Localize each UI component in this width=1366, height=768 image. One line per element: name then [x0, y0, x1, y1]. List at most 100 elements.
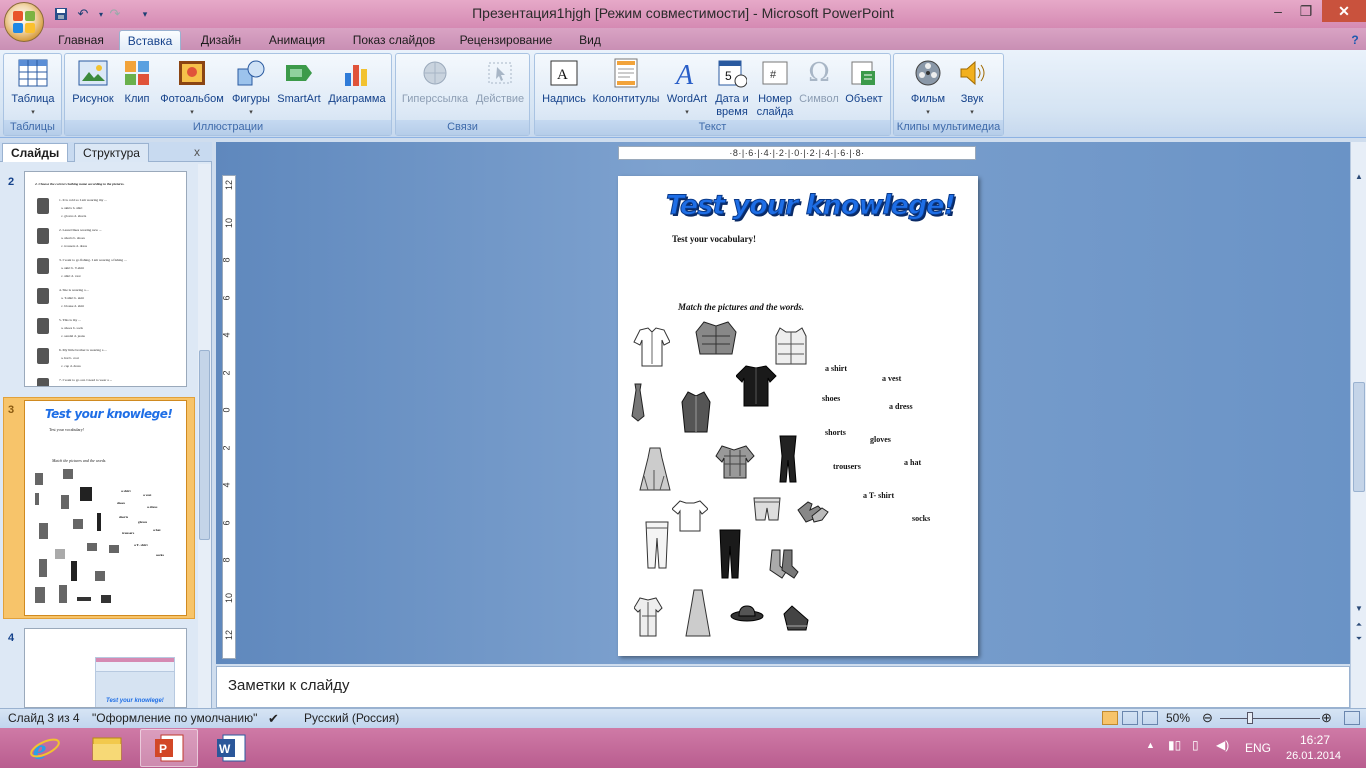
zoom-out-icon[interactable]: ⊖: [1202, 710, 1213, 726]
theme-name[interactable]: "Оформление по умолчанию": [92, 711, 257, 725]
slide-title[interactable]: Test your knowlege!: [666, 190, 957, 222]
next-slide-icon[interactable]: ⏷: [1353, 634, 1365, 644]
language-status[interactable]: Русский (Россия): [304, 711, 399, 725]
input-language[interactable]: ENG: [1245, 741, 1271, 755]
tab-design[interactable]: Дизайн: [192, 30, 250, 50]
slide-sorter-icon[interactable]: [1122, 711, 1138, 725]
smartart-button[interactable]: SmartArt: [274, 57, 324, 106]
object-button[interactable]: Объект: [841, 57, 887, 106]
pane-scrollbar[interactable]: [198, 164, 211, 708]
slide-instruction[interactable]: Match the pictures and the words.: [678, 302, 804, 312]
tab-slides[interactable]: Слайды: [2, 143, 69, 162]
fit-to-window-icon[interactable]: [1344, 711, 1360, 725]
restore-button[interactable]: ❐: [1292, 0, 1320, 22]
pane-close-icon[interactable]: x: [190, 143, 204, 162]
word-icon[interactable]: W: [202, 729, 260, 767]
zoom-in-icon[interactable]: ⊕: [1321, 710, 1332, 726]
zoom-slider-thumb[interactable]: [1247, 712, 1253, 724]
word-a-t-shirt[interactable]: a T- shirt: [863, 491, 894, 500]
table-button[interactable]: Таблица ▾: [8, 57, 58, 119]
tab-animation[interactable]: Анимация: [260, 30, 334, 50]
editor-scroll-thumb[interactable]: [1353, 382, 1365, 492]
word-shoes[interactable]: shoes: [822, 394, 840, 403]
slide-thumbnail-4[interactable]: Test your knowlege!: [24, 628, 187, 708]
tie-picture[interactable]: [630, 382, 646, 422]
shorts-picture[interactable]: [752, 494, 782, 524]
shapes-button[interactable]: Фигуры ▾: [229, 57, 273, 119]
tights-picture[interactable]: [776, 434, 800, 486]
wordart-button[interactable]: A WordArt ▾: [663, 57, 711, 119]
socks-picture[interactable]: [766, 548, 800, 580]
show-hidden-icons-icon[interactable]: ▲: [1146, 740, 1155, 750]
word-shorts[interactable]: shorts: [825, 428, 846, 437]
scroll-down-icon[interactable]: ▼: [1353, 604, 1365, 613]
movie-button[interactable]: Фильм ▾: [904, 57, 952, 119]
trousers-picture[interactable]: [716, 528, 744, 580]
notes-pane[interactable]: Заметки к слайду: [216, 666, 1350, 708]
clock-date[interactable]: 26.01.2014: [1286, 750, 1341, 762]
date-time-button[interactable]: 5 Дата и время: [713, 57, 751, 119]
gloves-picture[interactable]: [794, 496, 830, 528]
previous-slide-icon[interactable]: ⏶: [1353, 620, 1365, 630]
slide-number-button[interactable]: # Номер слайда: [753, 57, 797, 119]
editor-scrollbar[interactable]: ▲ ▼ ⏶ ⏷: [1350, 142, 1366, 708]
zoom-slider[interactable]: [1220, 712, 1320, 724]
tab-slideshow[interactable]: Показ слайдов: [346, 30, 442, 50]
close-button[interactable]: ✕: [1322, 0, 1366, 22]
tshirt-picture[interactable]: [672, 498, 708, 534]
word-a-dress[interactable]: a dress: [889, 402, 913, 411]
long-dress-picture[interactable]: [684, 588, 712, 638]
minimize-button[interactable]: –: [1264, 0, 1292, 22]
shoes-picture[interactable]: [782, 604, 810, 636]
word-a-shirt[interactable]: a shirt: [825, 364, 847, 373]
textbox-button[interactable]: A Надпись: [539, 57, 589, 106]
slide-thumbnail-2[interactable]: 2. Choose the correct clothing name acco…: [24, 171, 187, 387]
slide-thumbnail-3[interactable]: Test your knowlege! Test your vocabulary…: [24, 400, 187, 616]
powerpoint-icon[interactable]: P: [140, 729, 198, 767]
header-footer-button[interactable]: Колонтитулы: [591, 57, 661, 106]
picture-button[interactable]: Рисунок: [68, 57, 118, 106]
scroll-up-icon[interactable]: ▲: [1353, 172, 1365, 181]
chart-button[interactable]: Диаграмма: [324, 57, 390, 106]
symbol-button[interactable]: Ω Символ: [797, 57, 841, 106]
coat-picture[interactable]: [680, 390, 712, 434]
hat-picture[interactable]: [730, 604, 764, 624]
slideshow-icon[interactable]: [1142, 711, 1158, 725]
volume-icon[interactable]: ◀): [1216, 738, 1229, 752]
clock-time[interactable]: 16:27: [1300, 733, 1330, 747]
black-shirt-picture[interactable]: [736, 364, 778, 410]
tab-home[interactable]: Главная: [52, 30, 110, 50]
clip-button[interactable]: Клип: [119, 57, 155, 106]
tab-insert[interactable]: Вставка: [119, 30, 181, 50]
battery-icon[interactable]: ▯: [1192, 738, 1199, 752]
normal-view-icon[interactable]: [1102, 711, 1118, 725]
pane-scroll-thumb[interactable]: [199, 350, 210, 540]
slide-subtitle[interactable]: Test your vocabulary!: [672, 234, 756, 244]
tab-review[interactable]: Рецензирование: [452, 30, 560, 50]
photo-album-button[interactable]: Фотоальбом ▾: [157, 57, 227, 119]
tab-view[interactable]: Вид: [572, 30, 608, 50]
word-gloves[interactable]: gloves: [870, 435, 891, 444]
dress-picture[interactable]: [636, 446, 674, 494]
shirt-picture[interactable]: [632, 326, 670, 370]
spellcheck-icon[interactable]: ✔: [268, 711, 279, 727]
zoom-level[interactable]: 50%: [1166, 711, 1190, 725]
action-button[interactable]: Действие: [472, 57, 528, 106]
file-explorer-icon[interactable]: [78, 729, 136, 767]
word-a-hat[interactable]: a hat: [904, 458, 921, 467]
slide-canvas[interactable]: Test your knowlege! Test your vocabulary…: [618, 176, 978, 656]
plaid-shirt-picture[interactable]: [714, 444, 756, 480]
help-icon[interactable]: ?: [1346, 30, 1364, 50]
office-button[interactable]: [4, 2, 44, 42]
internet-explorer-icon[interactable]: e: [16, 729, 74, 767]
tab-outline[interactable]: Структура: [74, 143, 149, 162]
vest-picture[interactable]: [774, 326, 808, 366]
hyperlink-button[interactable]: Гиперссылка: [398, 57, 472, 106]
blouse-picture[interactable]: [634, 596, 664, 640]
jeans-picture[interactable]: [642, 520, 672, 570]
jacket-picture[interactable]: [694, 320, 738, 356]
network-icon[interactable]: ▮▯: [1168, 738, 1181, 752]
word-socks[interactable]: socks: [912, 514, 930, 523]
word-a-vest[interactable]: a vest: [882, 374, 901, 383]
sound-button[interactable]: Звук ▾: [952, 57, 992, 119]
